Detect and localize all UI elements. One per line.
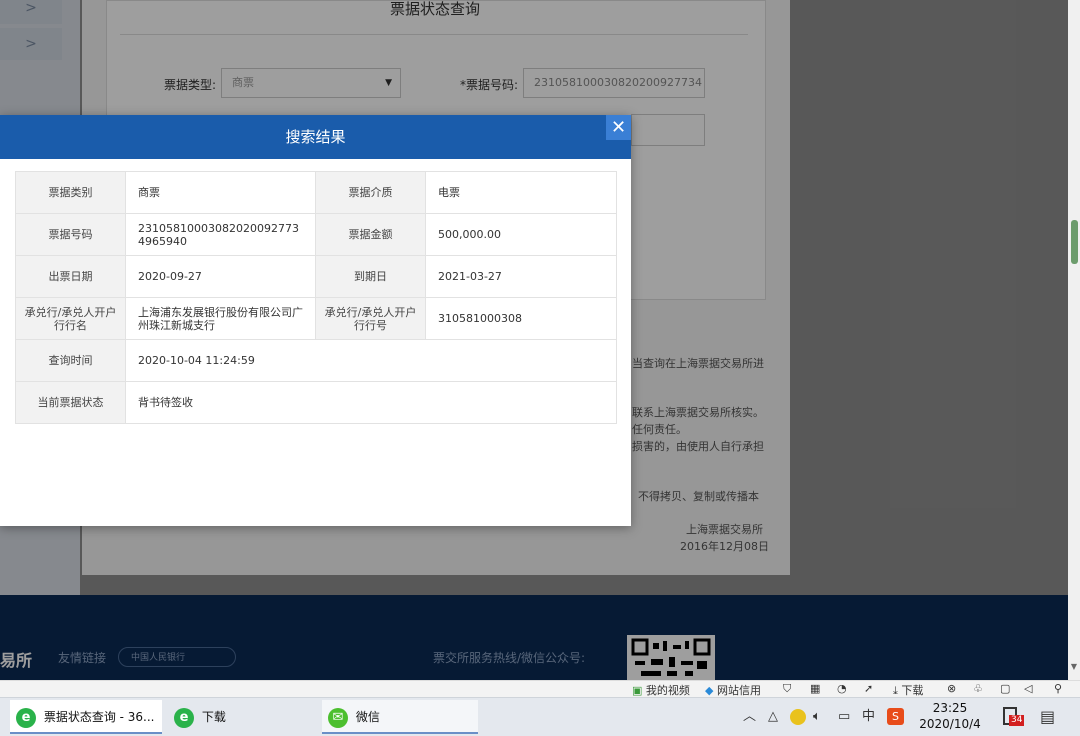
taskbar-app-browser[interactable]: e 票据状态查询 - 36... xyxy=(10,700,162,734)
field-value: 2020-09-27 xyxy=(125,255,316,298)
table-row: 当前票据状态 背书待签收 xyxy=(15,381,617,424)
field-value: 背书待签收 xyxy=(125,381,617,424)
field-value: 231058100030820200927734965940 xyxy=(125,213,316,256)
field-value: 2020-10-04 11:24:59 xyxy=(125,339,617,382)
calendar-icon[interactable]: 34 xyxy=(1003,698,1025,736)
page-scrollbar[interactable] xyxy=(1068,0,1080,680)
site-credit-link[interactable]: ◆ 网站信用 xyxy=(705,682,761,698)
rocket-icon[interactable]: ➚ xyxy=(864,682,873,695)
table-row: 查询时间 2020-10-04 11:24:59 xyxy=(15,339,617,382)
taskbar-app-label: 票据状态查询 - 36... xyxy=(43,710,155,724)
field-label: 票据介质 xyxy=(315,171,426,214)
tray-expand-icon[interactable]: ︿ xyxy=(743,698,756,736)
leaf-icon[interactable]: ♧ xyxy=(973,682,983,695)
volume-icon[interactable]: 🔈︎ xyxy=(813,698,821,736)
result-table: 票据类别 商票 票据介质 电票 票据号码 2310581000308202009… xyxy=(15,171,617,424)
field-label: 查询时间 xyxy=(15,339,126,382)
field-label: 票据号码 xyxy=(15,213,126,256)
ie-icon: e xyxy=(16,707,36,728)
search-result-dialog: 搜索结果 ✕ 票据类别 商票 票据介质 电票 票据号码 231058100030… xyxy=(0,115,631,526)
my-video-label: 我的视频 xyxy=(645,684,690,697)
wechat-icon: ✉ xyxy=(328,707,348,728)
clock[interactable]: 23:25 2020/10/4 xyxy=(915,700,985,732)
field-value: 500,000.00 xyxy=(425,213,617,256)
download-link[interactable]: ⤓ 下载 xyxy=(893,682,923,698)
dialog-title: 搜索结果 xyxy=(0,115,631,159)
field-label: 当前票据状态 xyxy=(15,381,126,424)
field-value: 电票 xyxy=(425,171,617,214)
game-icon[interactable]: ⊗ xyxy=(947,682,956,695)
network-icon[interactable]: ▭ xyxy=(838,698,850,736)
field-value: 310581000308 xyxy=(425,297,617,340)
scroll-down-icon[interactable]: ▼ xyxy=(1068,662,1080,676)
window-icon[interactable]: ▢ xyxy=(1000,682,1010,695)
field-label: 承兑行/承兑人开户行行号 xyxy=(315,297,426,340)
field-value: 上海浦东发展银行股份有限公司广州珠江新城支行 xyxy=(125,297,316,340)
notif-badge: 34 xyxy=(1009,714,1025,726)
field-label: 承兑行/承兑人开户行行名 xyxy=(15,297,126,340)
shield-icon[interactable]: ⛉ xyxy=(783,682,791,696)
my-video-link[interactable]: ▣ 我的视频 xyxy=(632,682,690,698)
ime-indicator[interactable]: 中 xyxy=(862,698,875,736)
table-row: 出票日期 2020-09-27 到期日 2021-03-27 xyxy=(15,255,617,298)
field-value: 2021-03-27 xyxy=(425,255,617,298)
notification-center-icon[interactable]: ▤ xyxy=(1040,698,1055,736)
download-label: 下载 xyxy=(901,684,924,697)
refresh-icon[interactable]: ◔ xyxy=(837,682,847,695)
field-label: 到期日 xyxy=(315,255,426,298)
close-icon[interactable]: ✕ xyxy=(606,115,631,140)
clock-time: 23:25 xyxy=(932,701,968,715)
sound-icon[interactable]: ◁ xyxy=(1024,682,1032,695)
field-label: 票据金额 xyxy=(315,213,426,256)
scrollbar-thumb[interactable] xyxy=(1071,220,1078,264)
field-label: 出票日期 xyxy=(15,255,126,298)
browser-statusbar: ▣ 我的视频 ◆ 网站信用 ⛉ ▦ ◔ ➚ ⤓ 下载 ⊗ ♧ ▢ ◁ ⚲ xyxy=(0,680,1080,698)
taskbar-app-label: 下载 xyxy=(201,710,226,724)
site-credit-label: 网站信用 xyxy=(716,684,761,697)
clock-date: 2020/10/4 xyxy=(919,717,981,731)
sogou-icon[interactable]: S xyxy=(887,698,904,736)
table-row: 票据号码 231058100030820200927734965940 票据金额… xyxy=(15,213,617,256)
field-label: 票据类别 xyxy=(15,171,126,214)
search-icon[interactable]: ⚲ xyxy=(1054,682,1062,695)
tray-browser-icon[interactable] xyxy=(790,698,806,736)
taskbar-app-wechat[interactable]: ✉ 微信 xyxy=(322,700,478,734)
field-value: 商票 xyxy=(125,171,316,214)
taskbar-app-download[interactable]: e 下载 xyxy=(168,700,318,734)
taskbar: e 票据状态查询 - 36... e 下载 ✉ 微信 ︿ △ 🔈︎ ▭ 中 S … xyxy=(0,697,1080,736)
image-icon[interactable]: ▦ xyxy=(810,682,820,695)
droplet-icon: ◆ xyxy=(705,684,714,697)
tray-bell-icon[interactable]: △ xyxy=(768,698,778,736)
ie-icon: e xyxy=(174,707,194,728)
taskbar-app-label: 微信 xyxy=(355,710,380,724)
video-icon: ▣ xyxy=(632,684,643,697)
table-row: 票据类别 商票 票据介质 电票 xyxy=(15,171,617,214)
table-row: 承兑行/承兑人开户行行名 上海浦东发展银行股份有限公司广州珠江新城支行 承兑行/… xyxy=(15,297,617,340)
download-icon: ⤓ xyxy=(893,684,898,697)
